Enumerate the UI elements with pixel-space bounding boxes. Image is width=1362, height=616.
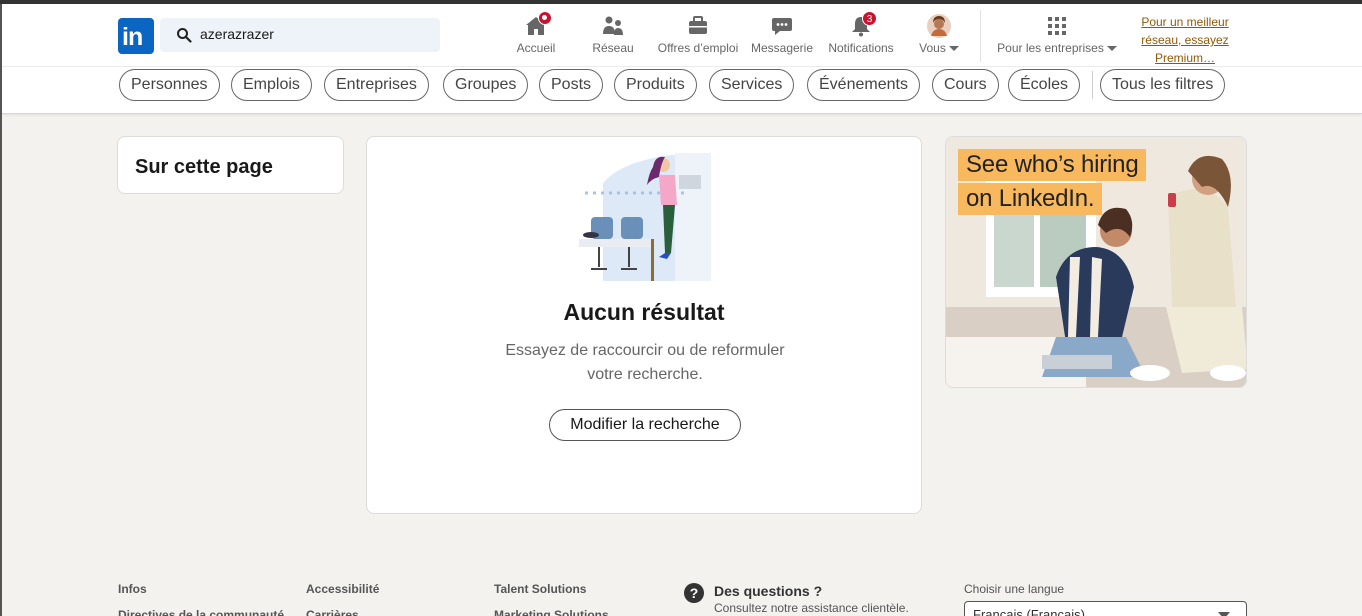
ad-headline-line-2: on LinkedIn.: [958, 183, 1103, 215]
no-results-title: Aucun résultat: [563, 299, 725, 325]
filter-all[interactable]: Tous les filtres: [1100, 69, 1226, 101]
footer-link-about[interactable]: Infos: [118, 582, 147, 596]
network-icon: [601, 14, 625, 38]
nav-notifications-label: Notifications: [828, 41, 894, 55]
filter-divider: [1092, 71, 1093, 99]
global-nav: in azerazrazer Accueil Réseau Offres d’e…: [2, 4, 1362, 114]
ad-headline-line-1: See who’s hiring: [958, 149, 1147, 181]
nav-jobs[interactable]: Offres d’emploi: [652, 14, 744, 60]
footer-link-accessibility[interactable]: Accessibilité: [306, 582, 379, 596]
on-this-page-card: Sur cette page: [117, 136, 344, 194]
search-value[interactable]: azerazrazer: [200, 26, 274, 42]
filter-groups[interactable]: Groupes: [443, 69, 529, 101]
nav-business-text: Pour les entreprises: [997, 41, 1104, 55]
nav-network-label: Réseau: [592, 41, 634, 55]
nav-home[interactable]: Accueil: [509, 11, 563, 60]
filter-posts[interactable]: Posts: [539, 69, 604, 101]
no-results-illustration: [579, 153, 711, 281]
chevron-down-icon: [1218, 612, 1230, 616]
bell-icon: 3: [849, 11, 877, 38]
chevron-down-icon: [1106, 46, 1117, 52]
nav-network[interactable]: Réseau: [590, 14, 636, 60]
filter-services[interactable]: Services: [709, 69, 795, 101]
messaging-icon: [770, 14, 794, 38]
no-results-subtitle: Essayez de raccourcir ou de reformuler v…: [505, 342, 785, 383]
nav-jobs-label: Offres d’emploi: [657, 41, 739, 55]
premium-line-2: réseau, essayez: [1141, 33, 1229, 47]
grid-apps-icon: [1045, 14, 1069, 38]
home-icon: [524, 11, 552, 38]
footer: Infos Directives de la communauté Access…: [0, 580, 1362, 616]
filter-companies[interactable]: Entreprises: [324, 69, 429, 101]
help-subtitle: Consultez notre assistance clientèle.: [714, 601, 909, 615]
notifications-count-badge: 3: [862, 11, 877, 26]
nav-me-text: Vous: [919, 41, 946, 55]
nav-notifications[interactable]: 3 Notifications: [824, 11, 898, 60]
modify-search-button[interactable]: Modifier la recherche: [549, 409, 741, 441]
filter-schools[interactable]: Écoles: [1008, 69, 1081, 101]
home-activity-dot: [538, 11, 552, 25]
briefcase-icon: [686, 14, 710, 38]
avatar: [927, 14, 951, 38]
footer-link-careers[interactable]: Carrières: [306, 608, 359, 616]
premium-upsell-link[interactable]: Pour un meilleur réseau, essayez Premium…: [1130, 13, 1240, 67]
nav-divider: [980, 10, 981, 62]
premium-line-1: Pour un meilleur: [1141, 15, 1229, 29]
premium-line-3: Premium…: [1154, 51, 1215, 65]
language-select-value: Français (Français): [973, 607, 1085, 616]
nav-row: in azerazrazer Accueil Réseau Offres d’e…: [2, 4, 1362, 67]
filter-products[interactable]: Produits: [614, 69, 697, 101]
language-label: Choisir une langue: [964, 582, 1065, 596]
nav-me-label: Vous: [919, 41, 959, 55]
language-select[interactable]: Français (Français): [964, 601, 1247, 616]
footer-link-marketing-solutions[interactable]: Marketing Solutions: [494, 608, 609, 616]
no-results-card: Aucun résultat Essayez de raccourcir ou …: [366, 136, 922, 514]
chevron-down-icon: [948, 46, 959, 52]
linkedin-logo-icon[interactable]: in: [118, 18, 154, 54]
nav-messaging[interactable]: Messagerie: [747, 14, 817, 60]
search-icon: [177, 28, 192, 43]
question-icon: ?: [684, 583, 704, 603]
hiring-ad-banner[interactable]: See who’s hiring on LinkedIn.: [945, 136, 1247, 388]
help-title[interactable]: Des questions ?: [714, 583, 822, 599]
nav-me[interactable]: Vous: [916, 14, 962, 60]
nav-business[interactable]: Pour les entreprises: [992, 14, 1122, 60]
nav-home-label: Accueil: [516, 41, 556, 55]
nav-messaging-label: Messagerie: [750, 41, 814, 55]
on-this-page-title: Sur cette page: [135, 156, 273, 178]
filter-jobs[interactable]: Emplois: [231, 69, 312, 101]
nav-business-label: Pour les entreprises: [997, 41, 1117, 55]
footer-link-community-guidelines[interactable]: Directives de la communauté: [118, 608, 284, 616]
footer-link-talent-solutions[interactable]: Talent Solutions: [494, 582, 586, 596]
filter-events[interactable]: Événements: [807, 69, 920, 101]
filter-people[interactable]: Personnes: [119, 69, 220, 101]
filter-courses[interactable]: Cours: [932, 69, 999, 101]
search-input[interactable]: azerazrazer: [160, 18, 440, 52]
